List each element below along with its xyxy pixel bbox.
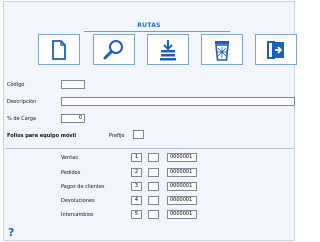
- folio-number: 3: [131, 182, 142, 191]
- folio-value-field[interactable]: 0000001: [167, 153, 197, 162]
- codigo-field[interactable]: [61, 80, 85, 89]
- folio-prefix-field[interactable]: [148, 153, 159, 162]
- exit-button[interactable]: [255, 34, 297, 65]
- folio-prefix-field[interactable]: [148, 168, 159, 177]
- folio-label-pedidos: Pedidos: [61, 170, 81, 176]
- folios-label: Folios para equipo móvil: [7, 133, 77, 139]
- folio-value-field[interactable]: 0000001: [167, 168, 197, 177]
- new-document-icon: [52, 39, 66, 60]
- folio-number: 5: [131, 210, 142, 219]
- carga-label: % de Carga: [7, 116, 36, 122]
- codigo-label: Código: [7, 82, 25, 88]
- folio-prefix-field[interactable]: [148, 182, 159, 191]
- folio-label-devoluciones: Devoluciones: [61, 198, 95, 204]
- delete-button[interactable]: [201, 34, 243, 65]
- exit-icon: [267, 40, 284, 59]
- search-button[interactable]: [93, 34, 135, 65]
- folio-number: 4: [131, 196, 142, 205]
- save-stack-icon: [160, 39, 176, 60]
- title-underline: [84, 31, 230, 32]
- descripcion-field[interactable]: [61, 97, 295, 106]
- folio-label-ventas: Ventas: [61, 155, 78, 161]
- descripcion-label: Descripción: [7, 99, 37, 105]
- prefijo-label: Prefijo: [109, 133, 125, 139]
- carga-field[interactable]: 0: [61, 114, 85, 123]
- new-document-button[interactable]: [38, 34, 80, 65]
- folio-prefix-field[interactable]: [148, 210, 159, 219]
- folio-label-intercambios: Intercambios: [61, 212, 94, 218]
- trash-icon: [215, 40, 229, 61]
- folio-label-pagos: Pagos de clientes: [61, 184, 105, 190]
- folio-value-field[interactable]: 0000001: [167, 182, 197, 191]
- divider: [6, 148, 294, 149]
- folio-number: 2: [131, 168, 142, 177]
- page-title: RUTAS: [137, 22, 161, 29]
- save-button[interactable]: [147, 34, 189, 65]
- folio-value-field[interactable]: 0000001: [167, 210, 197, 219]
- prefijo-field[interactable]: [133, 130, 144, 139]
- magnifier-icon: [103, 39, 123, 59]
- folio-number: 1: [131, 153, 142, 162]
- help-icon[interactable]: ?: [8, 226, 14, 239]
- folio-prefix-field[interactable]: [148, 196, 159, 205]
- folio-value-field[interactable]: 0000001: [167, 196, 197, 205]
